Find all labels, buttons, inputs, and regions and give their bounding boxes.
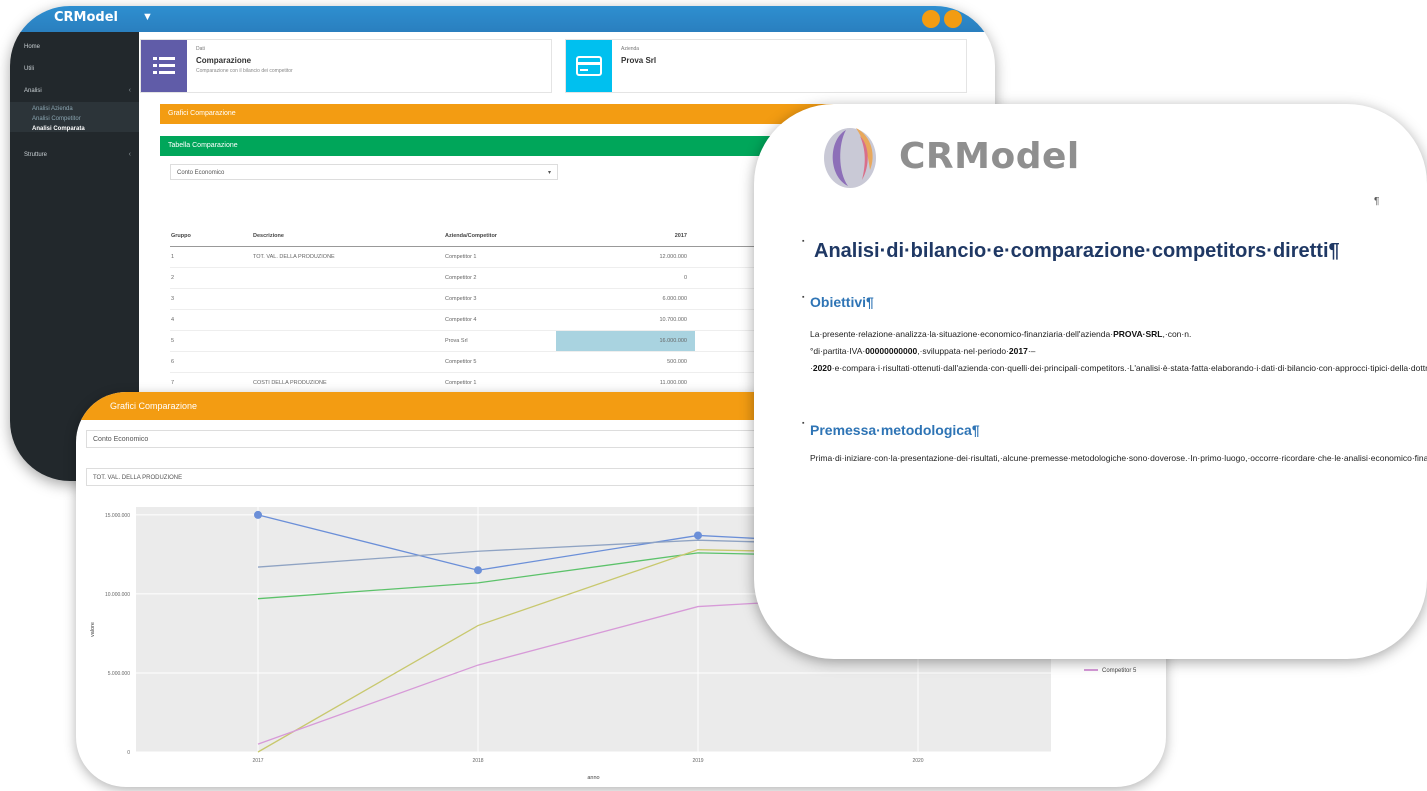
info-box-azienda: Azienda Prova Srl	[565, 39, 967, 93]
column-header[interactable]: Descrizione	[252, 226, 444, 247]
y-axis-label: valore	[90, 622, 96, 637]
table-cell: 2	[170, 267, 252, 289]
table-cell: COSTI DELLA PRODUZIONE	[252, 372, 444, 394]
table-cell: 11.000.000	[556, 372, 695, 394]
bullet-mark: ▪	[802, 238, 805, 245]
table-cell: Competitor 2	[444, 267, 556, 289]
credit-card-icon	[566, 40, 612, 92]
table-cell	[252, 330, 444, 352]
legend-label: Competitor 5	[1102, 668, 1137, 674]
chart-item-select[interactable]: TOT. VAL. DELLA PRODUZIONE	[86, 468, 776, 486]
caret-down-icon: ▾	[547, 170, 551, 176]
table-cell: 7	[170, 372, 252, 394]
table-cell: 12.000.000	[556, 246, 695, 268]
sidebar-item-analisi-comparata[interactable]: Analisi Comparata	[32, 126, 85, 132]
table-cell: Prova Srl	[444, 330, 556, 352]
y-tick-label: 5.000.000	[108, 671, 130, 677]
sidebar-item-strutture[interactable]: Strutture	[24, 152, 47, 158]
x-axis-label: anno	[587, 775, 599, 781]
user-menu-icon[interactable]	[944, 10, 962, 28]
section-heading-obiettivi: Obiettivi¶	[810, 294, 874, 310]
select-value: Conto Economico	[177, 170, 225, 176]
sidebar-item-utili[interactable]: Utili	[24, 66, 34, 72]
sidebar-item-analisi-azienda[interactable]: Analisi Azienda	[32, 106, 73, 112]
table-cell: 5	[170, 330, 252, 352]
table-cell	[252, 288, 444, 310]
document-title: Analisi·di·bilancio·e·comparazione·compe…	[814, 240, 1340, 262]
page-mark: ¶	[1374, 196, 1380, 207]
table-cell: 3	[170, 288, 252, 310]
table-cell	[252, 309, 444, 331]
list-icon	[141, 40, 187, 92]
column-header[interactable]: Azienda/Competitor	[444, 226, 556, 247]
column-header[interactable]: 2017	[556, 226, 695, 247]
menu-toggle-icon[interactable]: ▼	[142, 11, 153, 23]
table-cell: 500.000	[556, 351, 695, 373]
table-cell: Competitor 1	[444, 372, 556, 394]
table-cell: 0	[556, 267, 695, 289]
table-cell: 16.000.000	[556, 330, 695, 352]
info-box-value: Prova Srl	[621, 56, 657, 65]
x-tick-label: 2017	[252, 758, 263, 764]
series-point	[694, 531, 702, 540]
x-tick-label: 2020	[912, 758, 923, 764]
paragraph-obiettivi: La·presente·relazione·analizza·la·situaz…	[810, 329, 1427, 373]
y-tick-label: 15.000.000	[105, 513, 130, 519]
series-point	[254, 510, 262, 519]
x-tick-label: 2019	[692, 758, 703, 764]
table-cell: Competitor 3	[444, 288, 556, 310]
table-cell: Competitor 1	[444, 246, 556, 268]
bullet-mark: ▪	[802, 294, 805, 301]
document-logo-text: CRModel	[899, 136, 1080, 177]
table-cell: TOT. VAL. DELLA PRODUZIONE	[252, 246, 444, 268]
table-cell: 6	[170, 351, 252, 373]
info-box-value: Comparazione	[196, 56, 252, 65]
table-cell: Competitor 5	[444, 351, 556, 373]
paragraph-premessa: Prima·di·iniziare·con·la·presentazione·d…	[810, 453, 1427, 463]
sidebar-item-home[interactable]: Home	[24, 44, 40, 50]
info-box-dati: Dati Comparazione Comparazione con il bi…	[140, 39, 552, 93]
info-box-label: Dati	[196, 46, 205, 52]
bullet-mark: ▪	[802, 420, 805, 427]
x-tick-label: 2018	[472, 758, 483, 764]
y-tick-label: 10.000.000	[105, 592, 130, 598]
sidebar-item-analisi-competitor[interactable]: Analisi Competitor	[32, 116, 81, 122]
table-cell	[252, 351, 444, 373]
column-header[interactable]: Gruppo	[170, 226, 252, 247]
section-heading-premessa: Premessa·metodologica¶	[810, 422, 980, 438]
table-cell	[252, 267, 444, 289]
crmodel-logo	[824, 128, 876, 188]
chevron-left-icon: ‹	[128, 87, 131, 94]
table-cell: 1	[170, 246, 252, 268]
table-cell: 6.000.000	[556, 288, 695, 310]
info-box-description: Comparazione con il bilancio dei competi…	[196, 68, 293, 74]
table-cell: Competitor 4	[444, 309, 556, 331]
table-cell: 10.700.000	[556, 309, 695, 331]
report-document-window: CRModel ¶ ▪ Analisi·di·bilancio·e·compar…	[754, 104, 1427, 659]
legend-swatch	[1084, 669, 1098, 672]
series-point	[474, 566, 482, 575]
report-select[interactable]: Conto Economico ▾	[170, 164, 558, 180]
legend-item-competitor-5: Competitor 5	[1084, 668, 1136, 674]
chart-report-select[interactable]: Conto Economico	[86, 430, 786, 448]
info-box-label: Azienda	[621, 46, 640, 52]
notification-icon[interactable]	[922, 10, 940, 28]
app-logo[interactable]: CRModel	[54, 10, 118, 25]
y-tick-label: 0	[127, 750, 130, 756]
table-cell: 4	[170, 309, 252, 331]
chevron-left-icon: ‹	[128, 151, 131, 158]
top-navbar: CRModel ▼	[10, 6, 995, 32]
sidebar-item-analisi[interactable]: Analisi	[24, 88, 42, 94]
